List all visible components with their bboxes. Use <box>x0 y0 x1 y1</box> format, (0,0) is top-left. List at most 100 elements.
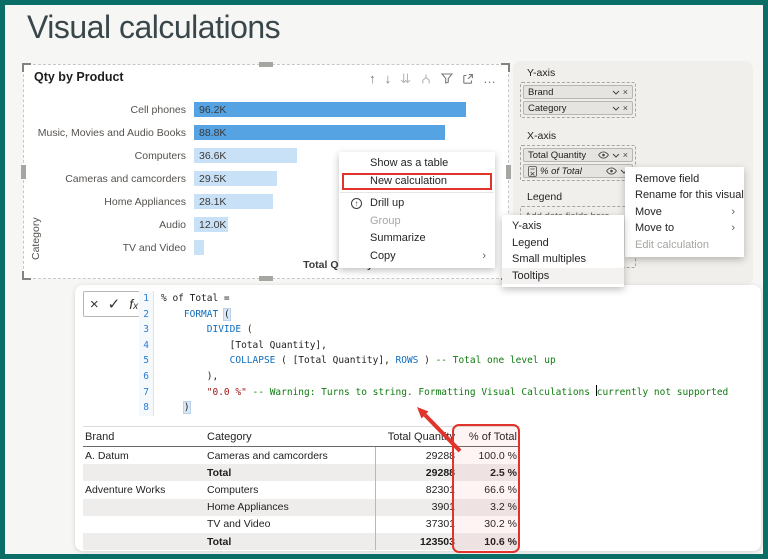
menu-item-edit-calculation[interactable]: Edit calculation <box>625 237 744 253</box>
remove-icon[interactable]: × <box>623 151 628 160</box>
menu-item-small-multiples[interactable]: Small multiples <box>502 251 624 268</box>
field-well-x-axis[interactable]: Total Quantity× % of Total <box>520 145 636 181</box>
resize-corner-top-right[interactable] <box>501 63 510 72</box>
code-token: "0.0 %" <box>207 387 247 398</box>
data-bar[interactable]: 36.6K <box>194 148 297 163</box>
focus-mode-icon[interactable] <box>462 73 474 85</box>
bar-value-label: 96.2K <box>199 104 226 116</box>
code-text: % of Total = <box>161 291 230 307</box>
menu-item-label: Y-axis <box>512 220 542 232</box>
table-cell: 29288 <box>375 467 458 479</box>
code-token: ( <box>224 309 230 320</box>
remove-icon[interactable]: × <box>623 88 628 97</box>
chevron-down-icon[interactable] <box>612 106 620 111</box>
data-bar[interactable]: 29.5K <box>194 171 277 186</box>
line-number: 5 <box>139 353 154 369</box>
matrix-table: BrandCategoryTotal Quantity% of TotalA. … <box>83 426 520 550</box>
table-cell: Computers <box>205 484 375 496</box>
bar-row: Music, Movies and Audio Books88.8K <box>28 121 502 144</box>
menu-item-group[interactable]: Group <box>339 213 495 231</box>
field-well-y-axis[interactable]: Brand× Category× <box>520 82 636 118</box>
arrow-up-icon[interactable]: ↑ <box>369 72 376 85</box>
field-pill-brand[interactable]: Brand× <box>523 85 633 99</box>
app-frame: Visual calculations Qty by Product ↑↓⇊… … <box>0 0 768 559</box>
data-bar[interactable]: 88.8K <box>194 125 445 140</box>
code-token: -- Total one level up <box>436 355 556 366</box>
code-line: 8 ) <box>139 400 728 416</box>
resize-corner-top-left[interactable] <box>22 63 31 72</box>
resize-handle-left[interactable] <box>21 165 26 179</box>
data-bar[interactable] <box>194 240 204 255</box>
commit-icon[interactable]: ✓ <box>108 297 121 312</box>
data-bar[interactable]: 96.2K <box>194 102 466 117</box>
category-tick-label: Computers <box>28 150 194 162</box>
table-cell: 3.2 % <box>458 501 520 513</box>
category-tick-label: Audio <box>28 219 194 231</box>
data-bar[interactable]: 12.0K <box>194 217 228 232</box>
menu-item-move-to[interactable]: Move to› <box>625 220 744 236</box>
code-text: DIVIDE ( <box>161 322 253 338</box>
table-cell: 10.6 % <box>458 536 520 548</box>
field-pill-label: % of Total <box>540 166 603 177</box>
menu-item-drill-up[interactable]: ↑Drill up <box>339 195 495 213</box>
code-token: ROWS <box>396 355 419 366</box>
menu-item-show-as-a-table[interactable]: Show as a table <box>339 155 495 173</box>
drill-down-double-icon[interactable]: ⇊ <box>400 72 411 85</box>
formula-bar-buttons: × ✓ fx <box>83 291 145 317</box>
code-line: 7 "0.0 %" -- Warning: Turns to string. F… <box>139 385 728 401</box>
menu-item-tooltips[interactable]: Tooltips <box>502 268 624 285</box>
move-to-submenu: Y-axis LegendSmall multiples Tooltips <box>502 215 624 287</box>
menu-item-summarize[interactable]: Summarize <box>339 230 495 248</box>
field-pill-total-quantity[interactable]: Total Quantity× <box>523 148 633 162</box>
line-number: 4 <box>139 338 154 354</box>
menu-item-label: Tooltips <box>512 270 549 282</box>
menu-item-remove-field[interactable]: Remove field <box>625 171 744 187</box>
well-label-y-axis: Y-axis <box>527 67 555 79</box>
resize-corner-bottom-left[interactable] <box>22 271 31 280</box>
table-cell: 29288 <box>375 450 458 462</box>
table-row[interactable]: TV and Video3730130.2 % <box>83 516 520 533</box>
expand-hierarchy-icon[interactable] <box>420 73 432 85</box>
column-header: Total Quantity <box>375 431 458 443</box>
field-pill-category[interactable]: Category× <box>523 101 633 115</box>
code-text: COLLAPSE ( [Total Quantity], ROWS ) -- T… <box>161 353 556 369</box>
resize-handle-bottom[interactable] <box>259 276 273 281</box>
table-row[interactable]: Home Appliances39013.2 % <box>83 499 520 516</box>
table-row[interactable]: A. DatumCameras and camcorders29288100.0… <box>83 447 520 464</box>
remove-icon[interactable]: × <box>623 104 628 113</box>
code-text: ) <box>161 400 190 416</box>
filter-icon[interactable] <box>441 73 453 84</box>
table-row[interactable]: Total292882.5 % <box>83 464 520 481</box>
chevron-down-icon[interactable] <box>612 153 620 158</box>
code-token: [Total Quantity], <box>161 340 327 351</box>
arrow-down-icon[interactable]: ↓ <box>385 72 392 85</box>
resize-handle-top[interactable] <box>259 62 273 67</box>
cancel-icon[interactable]: × <box>90 297 99 312</box>
data-bar[interactable]: 28.1K <box>194 194 273 209</box>
submenu-chevron-icon: › <box>731 220 735 236</box>
menu-item-label: Summarize <box>370 232 426 244</box>
code-line: 2 FORMAT ( <box>139 307 728 323</box>
dax-formula-editor[interactable]: 1% of Total =2 FORMAT (3 DIVIDE (4 [Tota… <box>139 291 728 416</box>
eye-icon[interactable] <box>598 151 609 159</box>
category-tick-label: TV and Video <box>28 242 194 254</box>
chevron-down-icon[interactable] <box>612 90 620 95</box>
menu-item-y-axis[interactable]: Y-axis <box>502 218 624 235</box>
code-token <box>161 355 230 366</box>
more-options-icon[interactable]: … <box>483 72 496 85</box>
drill-up-icon: ↑ <box>351 198 362 209</box>
column-header: Category <box>205 431 375 443</box>
resize-handle-right[interactable] <box>506 165 511 179</box>
menu-item-new-calculation[interactable]: New calculation <box>339 173 495 191</box>
menu-item-copy[interactable]: Copy› <box>339 248 495 266</box>
menu-item-rename-for-this-visual[interactable]: Rename for this visual <box>625 187 744 203</box>
submenu-chevron-icon: › <box>482 248 486 266</box>
eye-icon[interactable] <box>606 167 617 175</box>
field-pill--of-total[interactable]: % of Total <box>523 164 633 178</box>
menu-item-legend[interactable]: Legend <box>502 235 624 252</box>
table-row[interactable]: Total12350310.6 % <box>83 533 520 550</box>
menu-item-move[interactable]: Move› <box>625 204 744 220</box>
code-line: 6 ), <box>139 369 728 385</box>
table-row[interactable]: Adventure WorksComputers8230166.6 % <box>83 481 520 498</box>
fx-icon[interactable]: fx <box>129 297 138 312</box>
